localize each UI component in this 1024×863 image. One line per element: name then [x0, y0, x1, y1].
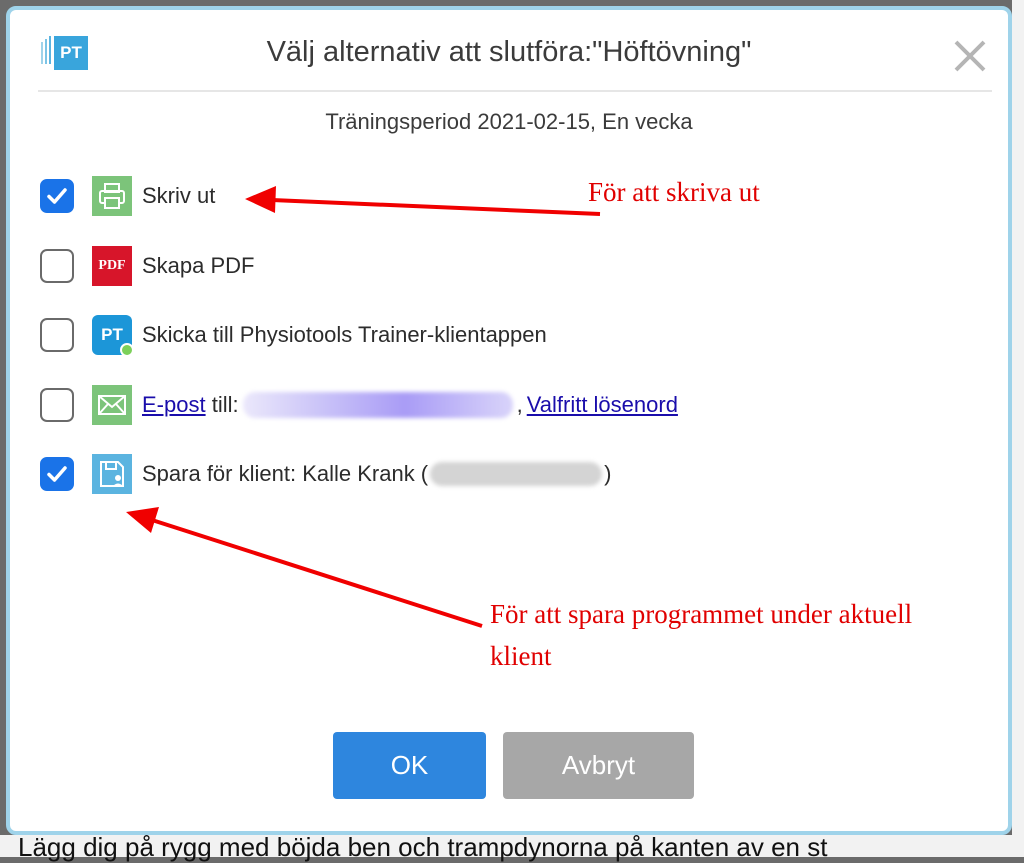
background-instruction-text: Lägg dig på rygg med böjda ben och tramp…: [18, 832, 828, 862]
optional-password-link[interactable]: Valfritt lösenord: [527, 392, 678, 418]
pdf-icon-text: PDF: [98, 258, 126, 273]
pdf-checkbox[interactable]: [40, 249, 74, 283]
print-checkbox[interactable]: [40, 179, 74, 213]
app-status-dot: [120, 343, 134, 357]
checkmark-icon: [47, 466, 67, 482]
option-save-client: Spara för klient: Kalle Krank ( ): [40, 454, 611, 494]
email-address-redacted: [242, 392, 513, 418]
cancel-button[interactable]: Avbryt: [503, 732, 694, 799]
save-client-icon: [92, 454, 132, 494]
complete-options-dialog: PT Välj alternativ att slutföra:"Höftövn…: [6, 6, 1012, 835]
save-client-checkbox[interactable]: [40, 457, 74, 491]
pt-app-icon: PT: [92, 315, 134, 357]
email-separator: ,: [516, 392, 523, 417]
email-to-label: till:: [205, 392, 239, 417]
option-label: Skriv ut: [142, 183, 216, 208]
printer-icon: [92, 176, 132, 216]
option-label: Skicka till Physiotools Trainer-klientap…: [142, 322, 547, 347]
email-checkbox[interactable]: [40, 388, 74, 422]
email-link[interactable]: E-post: [142, 392, 206, 418]
title-divider: [38, 90, 992, 92]
send-app-checkbox[interactable]: [40, 318, 74, 352]
option-send-app: PT Skicka till Physiotools Trainer-klien…: [40, 315, 547, 357]
option-pdf: PDF Skapa PDF: [40, 246, 255, 286]
close-icon[interactable]: [952, 38, 988, 74]
mail-icon: [92, 385, 132, 425]
annotation-print: För att skriva ut: [588, 177, 760, 207]
pt-app-icon-text: PT: [101, 325, 123, 344]
option-email: E-post till: , Valfritt lösenord: [40, 385, 678, 425]
checkmark-icon: [47, 188, 67, 204]
option-label-suffix: ): [604, 461, 612, 486]
pdf-icon: PDF: [92, 246, 132, 286]
option-label: Spara för klient: Kalle Krank (: [142, 461, 429, 486]
annotation-save-line2: klient: [490, 641, 552, 671]
client-id-redacted: [430, 462, 603, 486]
training-period: Träningsperiod 2021-02-15, En vecka: [325, 109, 693, 134]
background-page-right: [1012, 0, 1024, 857]
ok-button[interactable]: OK: [333, 732, 486, 799]
annotation-save-line1: För att spara programmet under aktuell: [490, 599, 913, 629]
dialog-title: Välj alternativ att slutföra:"Höftövning…: [266, 36, 752, 68]
option-label: Skapa PDF: [142, 253, 255, 278]
option-print: Skriv ut: [40, 176, 215, 216]
